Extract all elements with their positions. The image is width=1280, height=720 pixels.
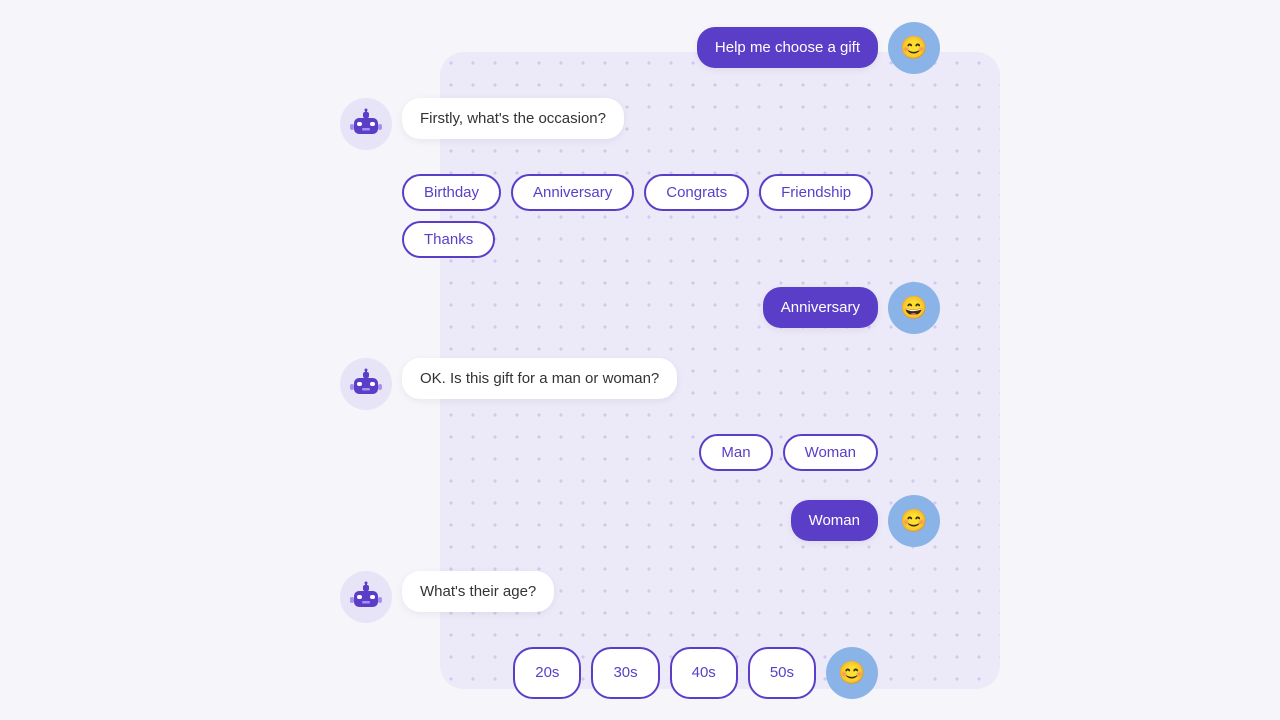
bot-text-2: OK. Is this gift for a man or woman? [420, 370, 659, 387]
robot-icon-2 [348, 366, 384, 402]
chat-container: Help me choose a gift 😊 [340, 2, 940, 719]
bot-bubble-1: Firstly, what's the occasion? [402, 98, 624, 139]
bot-row-3: What's their age? [340, 571, 940, 623]
user-avatar-1: 😊 [888, 22, 940, 74]
robot-icon-1 [348, 106, 384, 142]
user-text-2: Anniversary [781, 299, 860, 316]
option-40s[interactable]: 40s [670, 647, 738, 699]
bot-text-3: What's their age? [420, 583, 536, 600]
chat-messages: Help me choose a gift 😊 [340, 22, 940, 699]
option-birthday[interactable]: Birthday [402, 174, 501, 211]
option-30s[interactable]: 30s [591, 647, 659, 699]
option-woman[interactable]: Woman [783, 434, 878, 471]
user-message-row-1: Help me choose a gift 😊 [340, 22, 940, 74]
user-bubble-3: Woman [791, 500, 878, 541]
robot-icon-3 [348, 579, 384, 615]
user-avatar-2: 😄 [888, 282, 940, 334]
age-options: 20s 30s 40s 50s 😊 [340, 647, 878, 699]
bot-avatar-1 [340, 98, 392, 150]
bot-avatar-2 [340, 358, 392, 410]
bot-row-2: OK. Is this gift for a man or woman? [340, 358, 940, 410]
user-message-row-2: Anniversary 😄 [340, 282, 940, 334]
user-avatar-4: 😊 [826, 647, 878, 699]
option-thanks[interactable]: Thanks [402, 221, 495, 258]
option-anniversary[interactable]: Anniversary [511, 174, 634, 211]
user-message-row-3: Woman 😊 [340, 495, 940, 547]
gender-options: Man Woman [340, 434, 878, 471]
option-congrats[interactable]: Congrats [644, 174, 749, 211]
user-bubble-1: Help me choose a gift [697, 27, 878, 68]
user-text-3: Woman [809, 512, 860, 529]
option-man[interactable]: Man [699, 434, 772, 471]
user-text-1: Help me choose a gift [715, 39, 860, 56]
bot-bubble-3: What's their age? [402, 571, 554, 612]
option-50s[interactable]: 50s [748, 647, 816, 699]
option-friendship[interactable]: Friendship [759, 174, 873, 211]
bot-bubble-2: OK. Is this gift for a man or woman? [402, 358, 677, 399]
option-20s[interactable]: 20s [513, 647, 581, 699]
user-avatar-3: 😊 [888, 495, 940, 547]
user-bubble-2: Anniversary [763, 287, 878, 328]
bot-avatar-3 [340, 571, 392, 623]
occasion-options: Birthday Anniversary Congrats Friendship… [402, 174, 940, 258]
bot-row-1: Firstly, what's the occasion? [340, 98, 940, 150]
bot-text-1: Firstly, what's the occasion? [420, 110, 606, 127]
